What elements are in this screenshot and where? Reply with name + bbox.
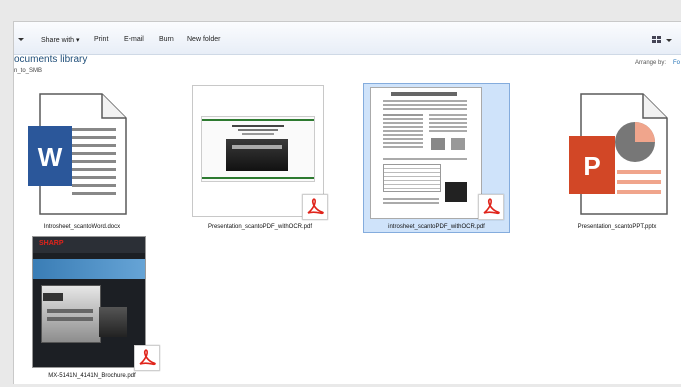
powerpoint-document-icon: P (569, 93, 668, 215)
new-folder-button[interactable]: New folder (187, 36, 220, 43)
explorer-window: Share with ▾ Print E-mail Burn New folde… (13, 21, 681, 384)
email-button[interactable]: E-mail (124, 36, 144, 43)
file-item-word[interactable]: W Introsheet_scantoWord.docx (22, 84, 142, 232)
arrange-by-label: Arrange by: (635, 60, 667, 66)
view-options-caret-icon[interactable] (666, 39, 672, 42)
command-bar: Share with ▾ Print E-mail Burn New folde… (14, 22, 681, 55)
library-location: n_to_SMB (14, 68, 43, 74)
file-item-pptx[interactable]: P Presentation_scantoPPT.pptx (557, 84, 677, 232)
pdf-icon (302, 194, 328, 220)
arrange-by-dropdown[interactable]: Fo (673, 60, 680, 66)
pdf-icon (134, 345, 160, 371)
pdf-thumbnail: SHARP (32, 236, 146, 368)
brochure-brand: SHARP (39, 240, 64, 247)
library-title: ocuments library (14, 54, 88, 65)
file-name: Presentation_scantoPPT.pptx (577, 224, 657, 230)
file-name: Introsheet_scantoWord.docx (43, 224, 121, 230)
burn-button[interactable]: Burn (159, 36, 174, 43)
print-button[interactable]: Print (94, 36, 108, 43)
word-document-icon: W (28, 93, 127, 215)
file-item-introsheet-pdf[interactable]: introsheet_scantoPDF_withOCR.pdf (363, 83, 510, 233)
file-item-brochure-pdf[interactable]: SHARP MX-5141N_4141N_Brochure.pdf (22, 235, 162, 383)
share-with-button[interactable]: Share with ▾ (41, 36, 80, 44)
change-view-icon[interactable] (652, 36, 662, 44)
pdf-icon (478, 194, 504, 220)
file-name: Presentation_scantoPDF_withOCR.pdf (207, 224, 313, 230)
file-name: introsheet_scantoPDF_withOCR.pdf (388, 224, 485, 230)
word-letter: W (38, 142, 63, 172)
file-name: MX-5141N_4141N_Brochure.pdf (48, 373, 136, 379)
ppt-letter: P (583, 151, 600, 181)
organize-caret-icon[interactable] (18, 38, 24, 41)
pdf-thumbnail (370, 87, 482, 219)
file-item-presentation-pdf[interactable]: Presentation_scantoPDF_withOCR.pdf (190, 84, 330, 232)
